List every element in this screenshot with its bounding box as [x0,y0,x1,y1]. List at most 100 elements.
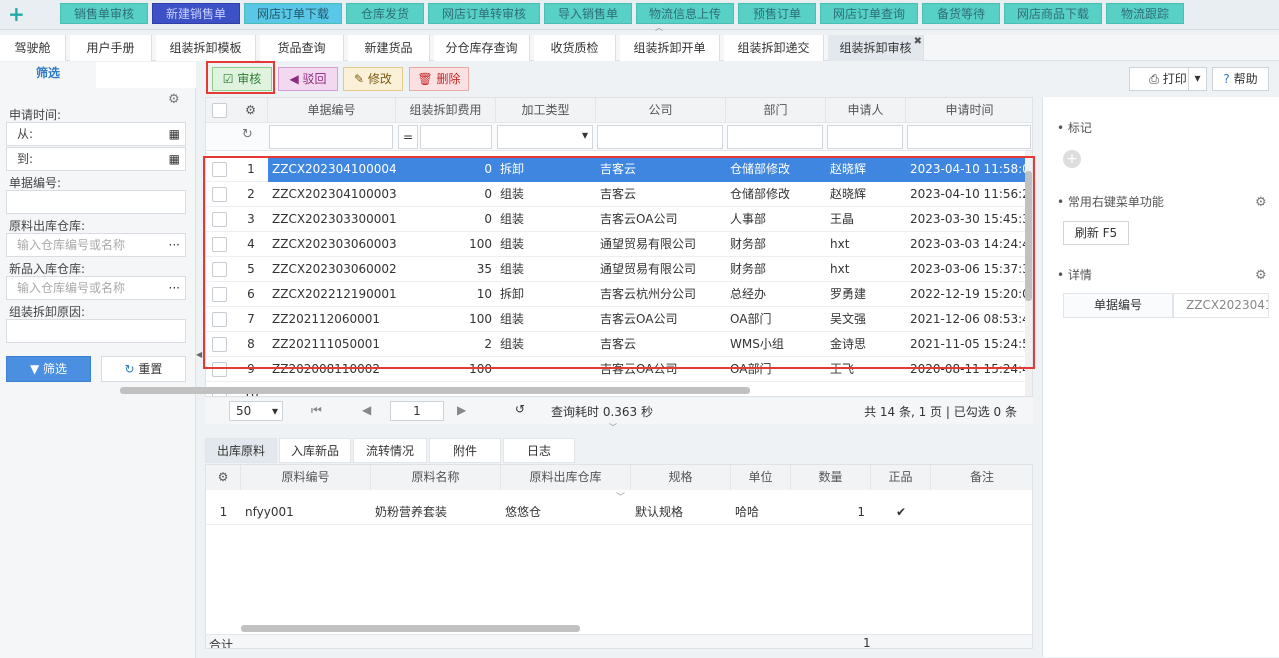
next-page-icon[interactable]: ▶ [457,403,466,417]
tab-item[interactable]: 组装拆卸模板 [156,35,256,61]
doc-no-input[interactable] [6,190,186,214]
tab-item[interactable]: 新建货品 [348,35,430,61]
date-from-field[interactable]: 从: ▦ [6,122,186,146]
grid-column-header[interactable]: 单据编号 [268,98,396,123]
detail-column-header[interactable]: 正品 [871,465,931,490]
more-icon[interactable]: ··· [169,277,180,299]
grid-column-header[interactable]: 部门 [726,98,826,123]
filter-tab[interactable]: 筛选 [0,62,96,88]
calendar-icon[interactable]: ▦ [169,148,180,170]
edit-button[interactable]: ✎ 修改 [343,67,403,91]
tab-item[interactable]: 组装拆卸审核 ✖ [828,35,924,61]
top-menu-item[interactable]: 仓库发货 [346,3,424,24]
tab-item[interactable]: 收货质检 [534,35,616,61]
add-circle-icon[interactable]: + [1063,150,1081,168]
tab-item[interactable]: 组装拆卸递交 [724,35,824,61]
detail-column-header[interactable]: 原料编号 [241,465,371,490]
help-button[interactable]: ? 帮助 [1212,67,1269,91]
top-menu-item[interactable]: 新建销售单 [152,3,240,24]
column-filter-input[interactable]: ▾ [497,125,593,149]
pager-summary: 共 14 条, 1 页 | 已勾选 0 条 [864,405,1017,419]
grid-column-header[interactable]: 申请时间 [906,98,1032,123]
first-page-icon[interactable]: ⏮ [311,403,322,418]
detail-tab[interactable]: 入库新品 [279,438,351,463]
gear-icon[interactable]: ⚙ [1255,195,1267,210]
collapse-left-icon[interactable]: ◀ [196,350,202,364]
detail-tab[interactable]: 附件 [429,438,501,463]
chevron-down-icon[interactable]: ▾ [1188,67,1206,91]
add-menu-icon[interactable]: + [8,3,26,25]
column-filter-input[interactable] [907,125,1031,149]
gear-icon[interactable]: ⚙ [1255,268,1267,283]
tab-item[interactable]: 驾驶舱 [0,35,66,61]
top-menu-item[interactable]: 销售单审核 [60,3,148,24]
top-menu-item[interactable]: 网店商品下载 [1004,3,1102,24]
detail-column-header[interactable]: 数量 [791,465,871,490]
material-wh-input[interactable]: 输入仓库编号或名称 ··· [6,233,186,257]
delete-button[interactable]: 🗑 删除 [409,67,469,91]
tab-item[interactable]: 货品查询 [260,35,344,61]
page-size-select[interactable]: 50 ▾ [229,401,283,421]
top-menu: 销售单审核 新建销售单 网店订单下载 仓库发货 网店订单转审核 导入销售单 物流信息上传 预售… [60,3,1184,24]
filter-button[interactable]: ▼ 筛选 [6,356,91,382]
mark-title: • 标记 [1057,121,1092,135]
trash-icon: 🗑 [417,72,437,86]
top-menu-item[interactable]: 备货等待 [922,3,1000,24]
reload-icon[interactable]: ↺ [515,402,525,416]
detail-row[interactable]: 1 nfyy001 奶粉营养套装 悠悠仓 默认规格 哈哈 1 ✔ [206,500,1032,525]
column-filter-input[interactable] [727,125,823,149]
collapse-up-icon[interactable]: ︿ [655,24,675,32]
column-filter-input[interactable] [597,125,723,149]
reject-button[interactable]: ◀ 驳回 [278,67,338,91]
filter-operator[interactable]: = [398,125,418,149]
gear-icon[interactable]: ⚙ [234,98,268,123]
top-menu-item[interactable]: 网店订单查询 [820,3,918,24]
top-menu-item[interactable]: 网店订单下载 [244,3,342,24]
refresh-icon[interactable]: ↻ [242,127,253,142]
top-menu-item[interactable]: 网店订单转审核 [428,3,540,24]
gear-icon[interactable]: ⚙ [206,465,241,490]
cell-code: nfyy001 [245,505,294,519]
top-menu-item[interactable]: 导入销售单 [544,3,632,24]
detail-tab[interactable]: 日志 [503,438,575,463]
collapse-down-icon[interactable]: ﹀ [598,424,628,432]
tab-item[interactable]: 用户手册 [70,35,152,61]
new-wh-input[interactable]: 输入仓库编号或名称 ··· [6,276,186,300]
detail-tab[interactable]: 出库原料 [205,438,277,463]
grid-column-header[interactable]: 加工类型 [496,98,596,123]
detail-column-header[interactable]: 规格 [631,465,731,490]
print-button[interactable]: ⎙ 打印 ▾ [1129,67,1207,91]
reset-button[interactable]: ↻ 重置 [101,356,186,382]
page-input[interactable]: 1 [390,401,444,421]
detail-column-header[interactable]: 原料出库仓库 [501,465,631,490]
grid-column-header[interactable]: 公司 [596,98,726,123]
gear-icon[interactable]: ⚙ [168,92,180,107]
menu-title: • 常用右键菜单功能 [1057,195,1164,209]
detail-tab[interactable]: 流转情况 [353,438,427,463]
grid-column-header[interactable]: 申请人 [826,98,906,123]
horizontal-scroll-thumb[interactable] [120,387,750,394]
detail-column-header[interactable]: 原料名称 [371,465,501,490]
tab-item[interactable]: 组装拆卸开单 [620,35,720,61]
column-filter-input[interactable] [420,125,492,149]
date-to-field[interactable]: 到: ▦ [6,147,186,171]
top-menu-item[interactable]: 物流信息上传 [636,3,734,24]
refresh-f5-button[interactable]: 刷新 F5 [1063,221,1129,245]
grid-column-header[interactable]: 组装拆卸费用 [396,98,496,123]
close-icon[interactable]: ✖ [914,29,922,55]
calendar-icon[interactable]: ▦ [169,123,180,145]
detail-horizontal-scroll-thumb[interactable] [241,625,580,632]
detail-column-header[interactable]: 单位 [731,465,791,490]
column-filter-input[interactable] [827,125,903,149]
right-panel: • 标记 + • 常用右键菜单功能 ⚙ 刷新 F5 • 详情 ⚙ 单据编号 ZZ… [1042,97,1279,657]
reason-input[interactable] [6,319,186,343]
prev-page-icon[interactable]: ◀ [362,403,371,417]
tab-label: 组装拆卸审核 [839,41,912,55]
column-filter-input[interactable] [269,125,393,149]
detail-column-header[interactable]: 备注 [931,465,1032,490]
top-menu-item[interactable]: 预售订单 [738,3,816,24]
tab-item[interactable]: 分仓库存查询 [434,35,530,61]
more-icon[interactable]: ··· [169,234,180,256]
select-all-checkbox[interactable] [212,103,227,118]
top-menu-item[interactable]: 物流跟踪 [1106,3,1184,24]
